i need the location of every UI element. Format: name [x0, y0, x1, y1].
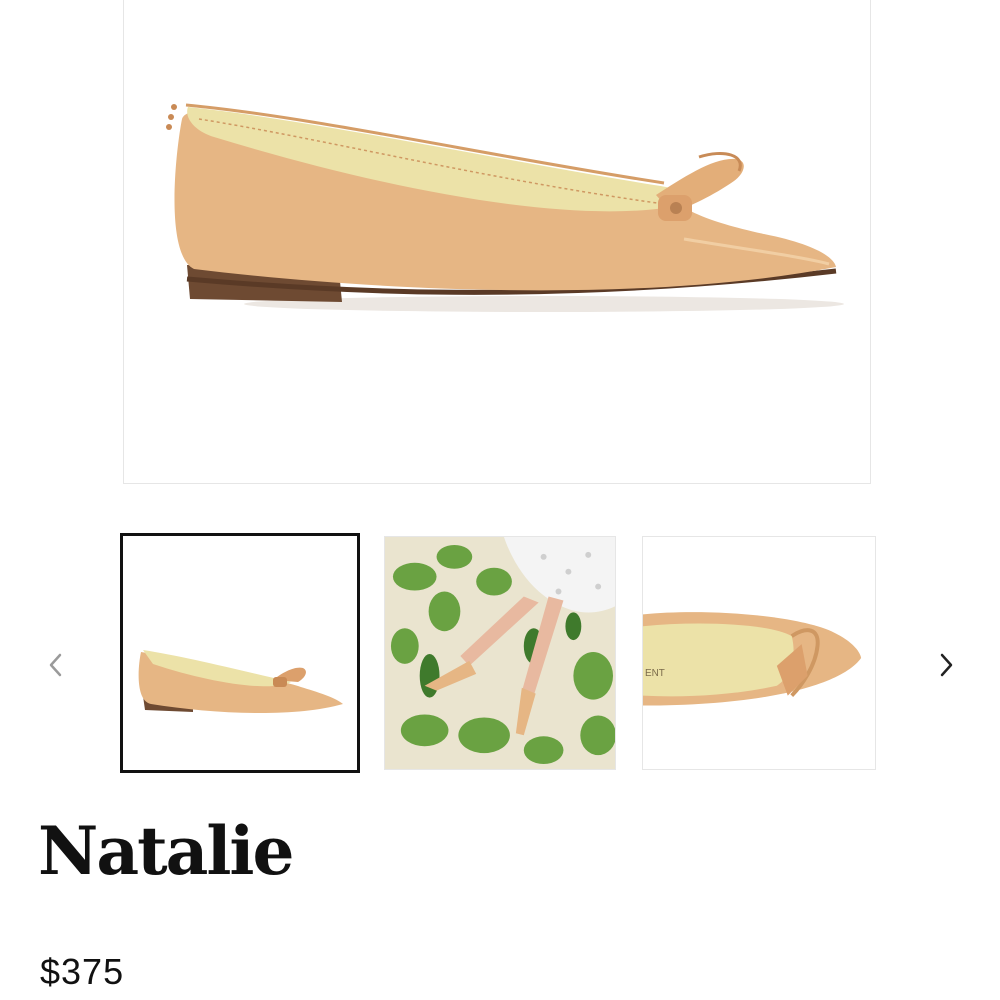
shoe-side-view-thumbnail	[123, 536, 357, 770]
chevron-right-icon	[940, 653, 953, 677]
thumbnail-lifestyle[interactable]	[384, 536, 616, 770]
shoe-toe-closeup-thumbnail: ENT	[643, 537, 875, 769]
shoe-side-view-image	[166, 103, 844, 312]
thumbnail-toe-closeup[interactable]: ENT	[642, 536, 876, 770]
product-page: ENT Natalie $375	[0, 0, 1000, 1000]
main-product-image[interactable]	[123, 0, 871, 484]
fern-lifestyle-thumbnail	[385, 537, 615, 769]
chevron-left-icon	[49, 653, 62, 677]
insole-brand-mark: ENT	[645, 668, 665, 679]
carousel-next-button[interactable]	[926, 645, 966, 685]
product-price: $375	[40, 951, 125, 992]
thumbnail-side-view[interactable]	[120, 533, 360, 773]
carousel-prev-button[interactable]	[36, 645, 76, 685]
product-title: Natalie	[38, 812, 294, 890]
